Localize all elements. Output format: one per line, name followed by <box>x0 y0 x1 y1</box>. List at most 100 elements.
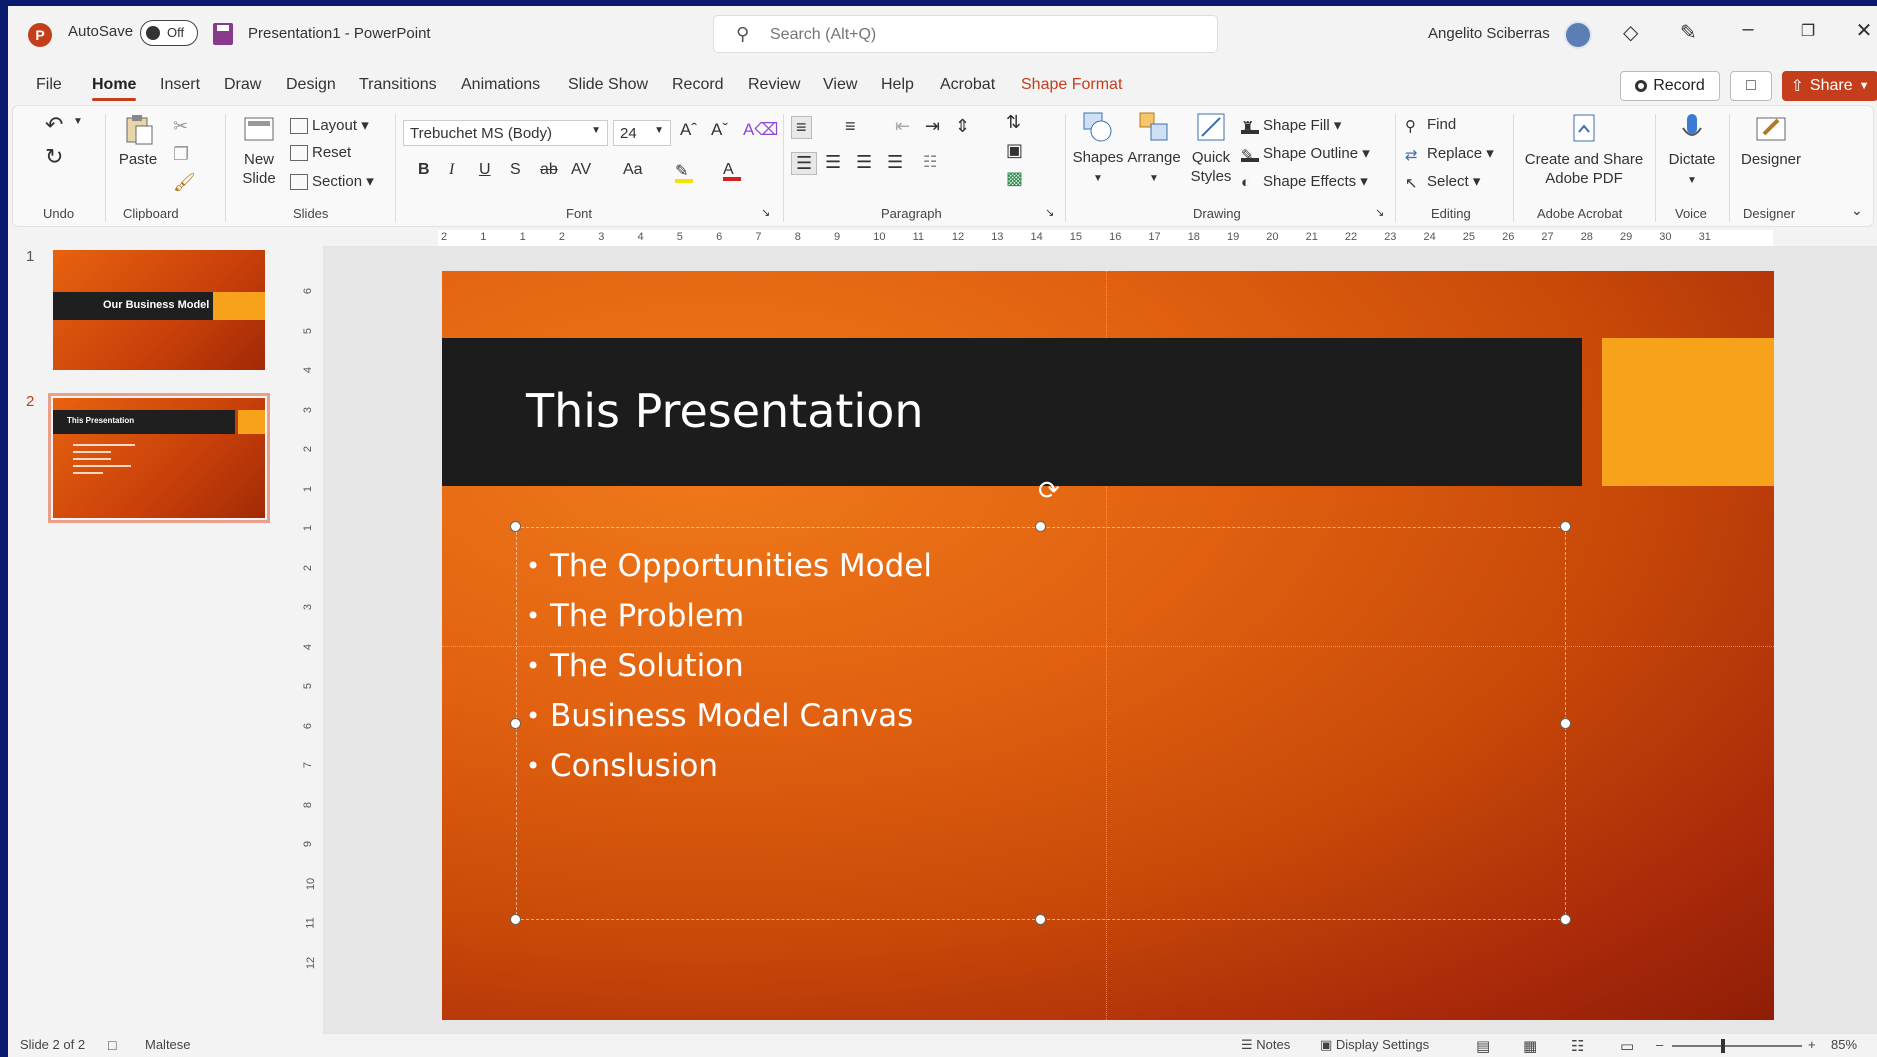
resize-handle-top[interactable] <box>1035 521 1046 532</box>
tab-design[interactable]: Design <box>286 76 336 94</box>
resize-handle-top-left[interactable] <box>510 521 521 532</box>
tab-file[interactable]: File <box>36 76 62 94</box>
shape-fill-button[interactable]: ♜ Shape Fill ▾ <box>1241 116 1341 136</box>
bullet-list[interactable]: The Opportunities Model The Problem The … <box>526 541 932 791</box>
replace-button[interactable]: ⇄ Replace ▾ <box>1405 144 1494 164</box>
shadow-button[interactable]: S <box>510 161 521 179</box>
layout-button[interactable]: Layout ▾ <box>290 116 369 135</box>
find-button[interactable]: ⚲ Find <box>1405 116 1456 135</box>
numbering-icon[interactable]: ≡ <box>845 116 856 137</box>
font-dialog-launcher-icon[interactable]: ↘ <box>761 206 770 219</box>
font-size-select[interactable]: 24 ▼ <box>613 120 671 146</box>
italic-button[interactable]: I <box>449 161 454 179</box>
shape-outline-button[interactable]: ✎ Shape Outline ▾ <box>1241 144 1370 164</box>
line-spacing-icon[interactable]: ⇕ <box>955 116 970 137</box>
arrange-button[interactable]: Arrange ▼ <box>1125 110 1183 188</box>
slide-canvas[interactable]: This Presentation ⟳ The Opportunities Mo… <box>323 246 1877 1036</box>
notes-button[interactable]: ☰ Notes <box>1241 1037 1290 1053</box>
decrease-font-icon[interactable]: Aˇ <box>711 120 728 140</box>
resize-handle-bottom-left[interactable] <box>510 914 521 925</box>
chevron-down-icon[interactable]: ▼ <box>73 116 83 127</box>
autosave-toggle[interactable]: Off <box>140 20 198 46</box>
user-name[interactable]: Angelito Sciberras <box>1428 25 1550 42</box>
text-direction-icon[interactable]: ⇅ <box>1006 112 1021 133</box>
display-settings-button[interactable]: ▣ Display Settings <box>1320 1037 1429 1053</box>
tab-draw[interactable]: Draw <box>224 76 261 94</box>
restore-icon[interactable]: ❐ <box>1793 21 1823 41</box>
justify-icon[interactable]: ☰ <box>887 152 903 173</box>
resize-handle-top-right[interactable] <box>1560 521 1571 532</box>
slide[interactable]: This Presentation ⟳ The Opportunities Mo… <box>442 271 1774 1020</box>
align-center-icon[interactable]: ☰ <box>825 152 841 173</box>
reset-button[interactable]: Reset <box>290 144 351 162</box>
bullet-item[interactable]: The Problem <box>526 591 932 641</box>
tab-insert[interactable]: Insert <box>160 76 200 94</box>
tab-acrobat[interactable]: Acrobat <box>940 76 995 94</box>
record-button[interactable]: Record <box>1620 71 1720 101</box>
resize-handle-bottom-right[interactable] <box>1560 914 1571 925</box>
drawing-dialog-launcher-icon[interactable]: ↘ <box>1375 206 1384 219</box>
resize-handle-bottom[interactable] <box>1035 914 1046 925</box>
close-icon[interactable]: ✕ <box>1849 18 1877 43</box>
language-indicator[interactable]: Maltese <box>145 1037 191 1052</box>
accessibility-icon[interactable]: □ <box>108 1037 116 1053</box>
tab-review[interactable]: Review <box>748 76 800 94</box>
align-text-icon[interactable]: ▣ <box>1006 140 1023 161</box>
designer-button[interactable]: Designer <box>1735 112 1807 169</box>
tab-home[interactable]: Home <box>92 76 137 101</box>
slide-title[interactable]: This Presentation <box>526 384 924 438</box>
minimize-icon[interactable]: – <box>1733 18 1763 41</box>
comments-button[interactable]: □ <box>1730 71 1772 101</box>
bullets-icon[interactable]: ≡ <box>791 116 812 139</box>
diamond-icon[interactable]: ◇ <box>1623 20 1638 45</box>
change-case-button[interactable]: Aa <box>623 161 643 179</box>
underline-button[interactable]: U <box>479 161 491 179</box>
zoom-level[interactable]: 85% <box>1831 1037 1857 1052</box>
slide-show-icon[interactable]: ▭ <box>1620 1037 1634 1055</box>
zoom-out-icon[interactable]: – <box>1656 1037 1663 1052</box>
pen-icon[interactable]: ✎ <box>1680 20 1697 45</box>
quick-styles-button[interactable]: Quick Styles <box>1183 110 1239 186</box>
shape-effects-button[interactable]: ◐ Shape Effects ▾ <box>1241 172 1368 191</box>
increase-indent-icon[interactable]: ⇥ <box>925 116 940 137</box>
zoom-slider-thumb[interactable] <box>1721 1039 1725 1053</box>
zoom-in-icon[interactable]: + <box>1808 1037 1816 1052</box>
avatar[interactable] <box>1564 21 1592 49</box>
highlight-icon[interactable]: ✎ <box>675 161 693 183</box>
share-button[interactable]: ⇧ Share ▼ <box>1782 71 1877 101</box>
paste-button[interactable]: Paste <box>113 112 163 169</box>
tab-view[interactable]: View <box>823 76 857 94</box>
shapes-button[interactable]: Shapes ▼ <box>1071 110 1125 188</box>
bullet-item[interactable]: Conslusion <box>526 741 932 791</box>
bullet-item[interactable]: The Opportunities Model <box>526 541 932 591</box>
resize-handle-left[interactable] <box>510 718 521 729</box>
font-name-select[interactable]: Trebuchet MS (Body) ▼ <box>403 120 608 146</box>
horizontal-ruler[interactable]: 2 1 1 2 3 4 5 6 7 8 9 10 11 12 13 14 15 16 17 18 19 20 21 22 23 2… <box>313 230 1873 246</box>
tab-animations[interactable]: Animations <box>461 76 540 94</box>
slide-sorter-icon[interactable]: ▦ <box>1523 1037 1537 1055</box>
tab-help[interactable]: Help <box>881 76 914 94</box>
slide-thumbnail-1[interactable]: Our Business Model <box>53 250 265 370</box>
increase-font-icon[interactable]: Aˆ <box>680 120 697 140</box>
collapse-ribbon-icon[interactable]: ⌄ <box>1851 202 1863 219</box>
columns-icon[interactable]: ☷ <box>923 152 937 172</box>
select-button[interactable]: ↖ Select ▾ <box>1405 172 1480 192</box>
bold-button[interactable]: B <box>418 161 430 179</box>
character-spacing-button[interactable]: AV <box>571 161 591 179</box>
tab-slide-show[interactable]: Slide Show <box>568 76 648 94</box>
search-box[interactable]: ⚲ <box>713 15 1218 53</box>
tab-shape-format[interactable]: Shape Format <box>1021 76 1122 94</box>
section-button[interactable]: Section ▾ <box>290 172 374 191</box>
undo-icon[interactable]: ↶ <box>45 112 63 138</box>
redo-icon[interactable]: ↻ <box>45 144 63 170</box>
font-color-icon[interactable]: A <box>723 161 741 181</box>
bullet-item[interactable]: The Solution <box>526 641 932 691</box>
vertical-ruler[interactable]: 6 5 4 3 2 1 1 2 3 4 5 6 7 8 9 10 11 12 <box>302 271 319 1031</box>
zoom-slider[interactable] <box>1672 1045 1802 1047</box>
slide-thumbnail-2[interactable]: This Presentation <box>48 393 270 523</box>
clear-formatting-icon[interactable]: A⌫ <box>743 120 778 140</box>
resize-handle-right[interactable] <box>1560 718 1571 729</box>
align-left-icon[interactable]: ☰ <box>791 152 818 175</box>
search-input[interactable] <box>770 23 1170 47</box>
format-painter-icon[interactable]: 🖌 <box>173 172 196 193</box>
